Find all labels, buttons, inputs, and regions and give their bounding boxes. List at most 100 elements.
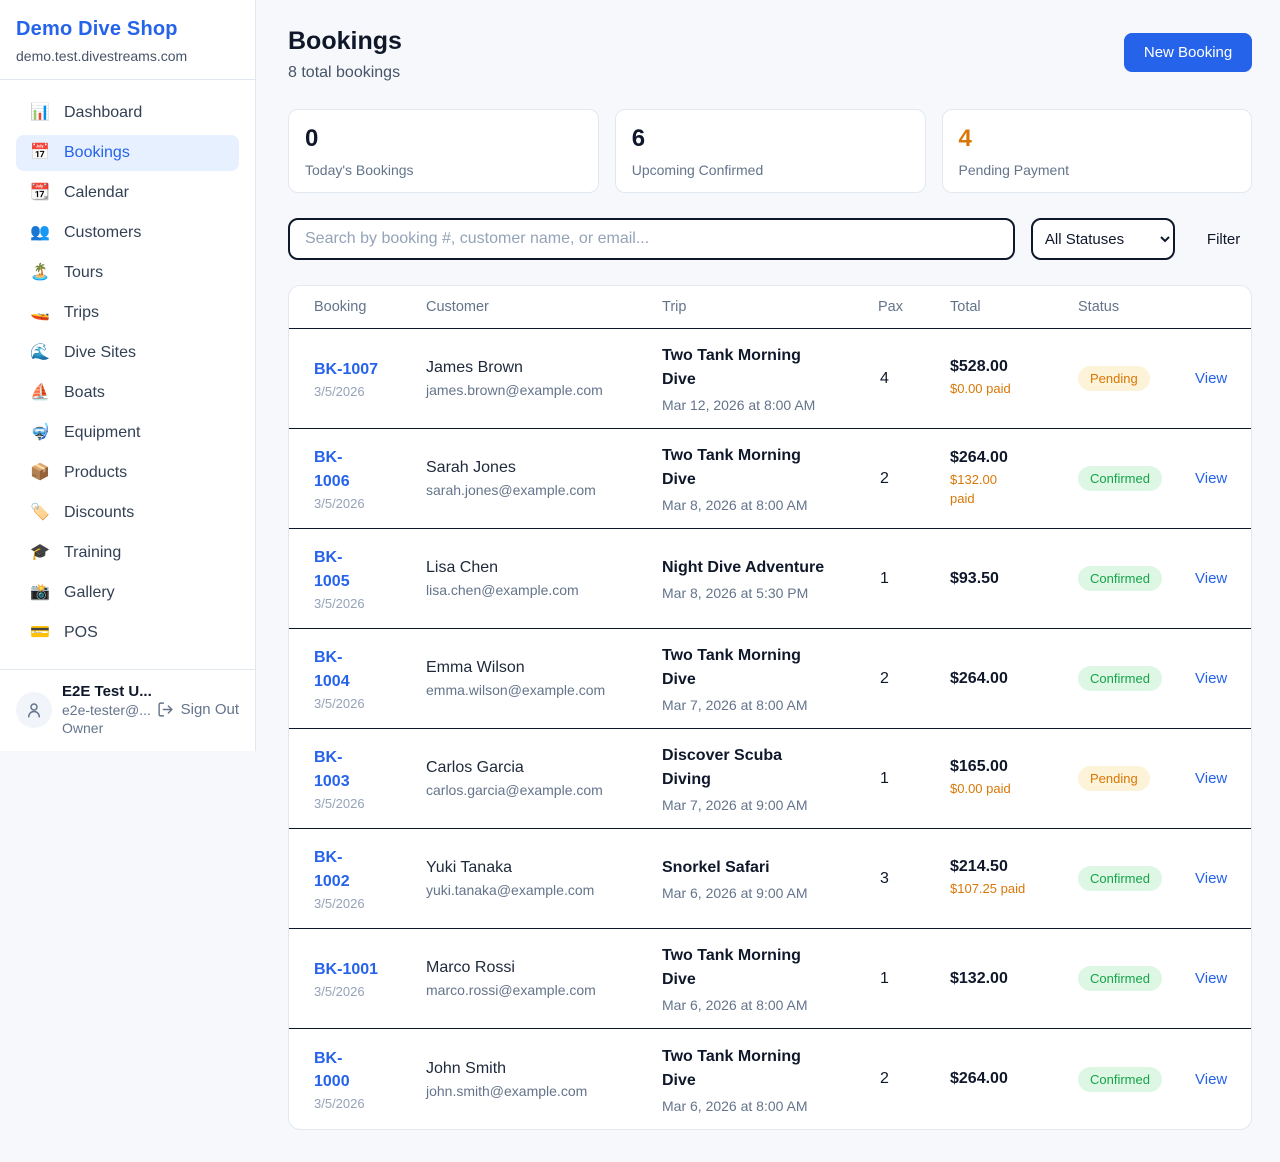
view-link[interactable]: View [1195, 870, 1227, 887]
pax-value: 2 [878, 470, 950, 488]
sidebar-item-pos[interactable]: 💳POS [16, 615, 239, 651]
trip-cell: Night Dive AdventureMar 8, 2026 at 5:30 … [662, 556, 878, 601]
sidebar-item-label: Training [64, 544, 121, 562]
sign-out-button[interactable]: Sign Out [157, 701, 239, 718]
training-icon: 🎓 [30, 545, 50, 561]
status-badge: Confirmed [1078, 466, 1162, 491]
trip-name: Two Tank Morning Dive [662, 444, 878, 492]
status-filter-select[interactable]: All Statuses [1031, 218, 1175, 260]
sidebar-item-customers[interactable]: 👥Customers [16, 215, 239, 251]
table-row: BK- 10003/5/2026John Smithjohn.smith@exa… [289, 1029, 1251, 1129]
status-badge: Confirmed [1078, 666, 1162, 691]
dive-sites-icon: 🌊 [30, 345, 50, 361]
main-content: Bookings 8 total bookings New Booking 0 T… [256, 0, 1280, 1162]
customer-cell: Yuki Tanakayuki.tanaka@example.com [426, 859, 662, 898]
booking-id-link[interactable]: BK- 1000 [314, 1047, 350, 1093]
sidebar-item-training[interactable]: 🎓 Training [16, 535, 239, 571]
customer-name: Lisa Chen [426, 559, 662, 577]
user-name: E2E Test U... [62, 683, 147, 700]
sidebar-header: Demo Dive Shop demo.test.divestreams.com [0, 0, 255, 80]
booking-id-link[interactable]: BK- 1006 [314, 446, 350, 492]
total-cell: $93.50 [950, 570, 1078, 588]
view-link[interactable]: View [1195, 1071, 1227, 1088]
total-cell: $132.00 [950, 970, 1078, 988]
view-link[interactable]: View [1195, 670, 1227, 687]
sidebar-item-bookings[interactable]: 📅Bookings [16, 135, 239, 171]
sidebar-item-label: Dive Sites [64, 344, 136, 362]
bookings-icon: 📅 [30, 145, 50, 161]
filter-row: All Statuses Filter [288, 218, 1252, 260]
pax-value: 3 [878, 870, 950, 888]
customer-email: james.brown@example.com [426, 382, 662, 398]
status-badge: Confirmed [1078, 1067, 1162, 1092]
trip-datetime: Mar 7, 2026 at 8:00 AM [662, 697, 878, 713]
view-link[interactable]: View [1195, 970, 1227, 987]
page-header: Bookings 8 total bookings New Booking [288, 27, 1252, 82]
filter-button[interactable]: Filter [1195, 223, 1252, 256]
view-link[interactable]: View [1195, 370, 1227, 387]
booking-id-link[interactable]: BK- 1005 [314, 546, 350, 592]
booking-cell: BK- 10063/5/2026 [314, 446, 426, 510]
sidebar-item-gallery[interactable]: 📸Gallery [16, 575, 239, 611]
sidebar-item-discounts[interactable]: 🏷️Discounts [16, 495, 239, 531]
column-header-status: Status [1078, 299, 1195, 315]
customers-icon: 👥 [30, 225, 50, 241]
new-booking-button[interactable]: New Booking [1124, 33, 1252, 72]
trip-datetime: Mar 6, 2026 at 9:00 AM [662, 885, 878, 901]
trip-datetime: Mar 6, 2026 at 8:00 AM [662, 1098, 878, 1114]
sidebar-item-boats[interactable]: ⛵Boats [16, 375, 239, 411]
sidebar-item-label: Calendar [64, 184, 129, 202]
sign-out-label: Sign Out [181, 701, 239, 718]
user-icon [25, 701, 43, 719]
search-input[interactable] [288, 218, 1015, 260]
paid-amount: $0.00 paid [950, 780, 1078, 799]
status-badge: Pending [1078, 766, 1150, 791]
customer-cell: Sarah Jonessarah.jones@example.com [426, 459, 662, 498]
booking-id-link[interactable]: BK- 1002 [314, 846, 350, 892]
products-icon: 📦 [30, 465, 50, 481]
sidebar: Demo Dive Shop demo.test.divestreams.com… [0, 0, 256, 751]
total-amount: $165.00 [950, 758, 1078, 776]
customer-email: marco.rossi@example.com [426, 982, 662, 998]
customer-email: sarah.jones@example.com [426, 482, 662, 498]
sidebar-item-dive-sites[interactable]: 🌊 Dive Sites [16, 335, 239, 371]
customer-name: James Brown [426, 359, 662, 377]
table-body: BK-10073/5/2026James Brownjames.brown@ex… [289, 329, 1251, 1129]
column-header-booking: Booking [314, 299, 426, 315]
total-cell: $264.00$132.00 paid [950, 449, 1078, 509]
customer-name: Emma Wilson [426, 659, 662, 677]
status-cell: Confirmed [1078, 666, 1195, 691]
page-title: Bookings [288, 27, 402, 56]
paid-amount: $132.00 paid [950, 471, 1078, 509]
booking-id-link[interactable]: BK- 1003 [314, 746, 350, 792]
stat-value: 4 [959, 125, 1236, 153]
view-link[interactable]: View [1195, 570, 1227, 587]
status-badge: Pending [1078, 366, 1150, 391]
customer-email: emma.wilson@example.com [426, 682, 662, 698]
customer-cell: Marco Rossi marco.rossi@example.com [426, 959, 662, 998]
sidebar-item-equipment[interactable]: 🤿Equipment [16, 415, 239, 451]
customer-email: lisa.chen@example.com [426, 582, 662, 598]
paid-amount: $0.00 paid [950, 380, 1078, 399]
trip-cell: Two Tank Morning DiveMar 6, 2026 at 8:00… [662, 1045, 878, 1114]
view-link[interactable]: View [1195, 470, 1227, 487]
booking-id-link[interactable]: BK-1001 [314, 958, 378, 981]
status-cell: Pending [1078, 766, 1195, 791]
sidebar-item-calendar[interactable]: 📆Calendar [16, 175, 239, 211]
sidebar-item-products[interactable]: 📦Products [16, 455, 239, 491]
column-header-trip: Trip [662, 299, 878, 315]
booking-cell: BK-10013/5/2026 [314, 958, 426, 999]
status-cell: Confirmed [1078, 566, 1195, 591]
sidebar-item-label: Tours [64, 264, 103, 282]
sidebar-item-dashboard[interactable]: 📊Dashboard [16, 95, 239, 131]
trip-datetime: Mar 8, 2026 at 8:00 AM [662, 497, 878, 513]
customer-cell: John Smithjohn.smith@example.com [426, 1060, 662, 1099]
booking-id-link[interactable]: BK- 1004 [314, 646, 350, 692]
sidebar-item-trips[interactable]: 🚤Trips [16, 295, 239, 331]
trip-datetime: Mar 6, 2026 at 8:00 AM [662, 997, 878, 1013]
stat-value: 0 [305, 125, 582, 153]
sidebar-item-tours[interactable]: 🏝️Tours [16, 255, 239, 291]
customer-name: Marco Rossi [426, 959, 662, 977]
booking-id-link[interactable]: BK-1007 [314, 358, 378, 381]
view-link[interactable]: View [1195, 770, 1227, 787]
